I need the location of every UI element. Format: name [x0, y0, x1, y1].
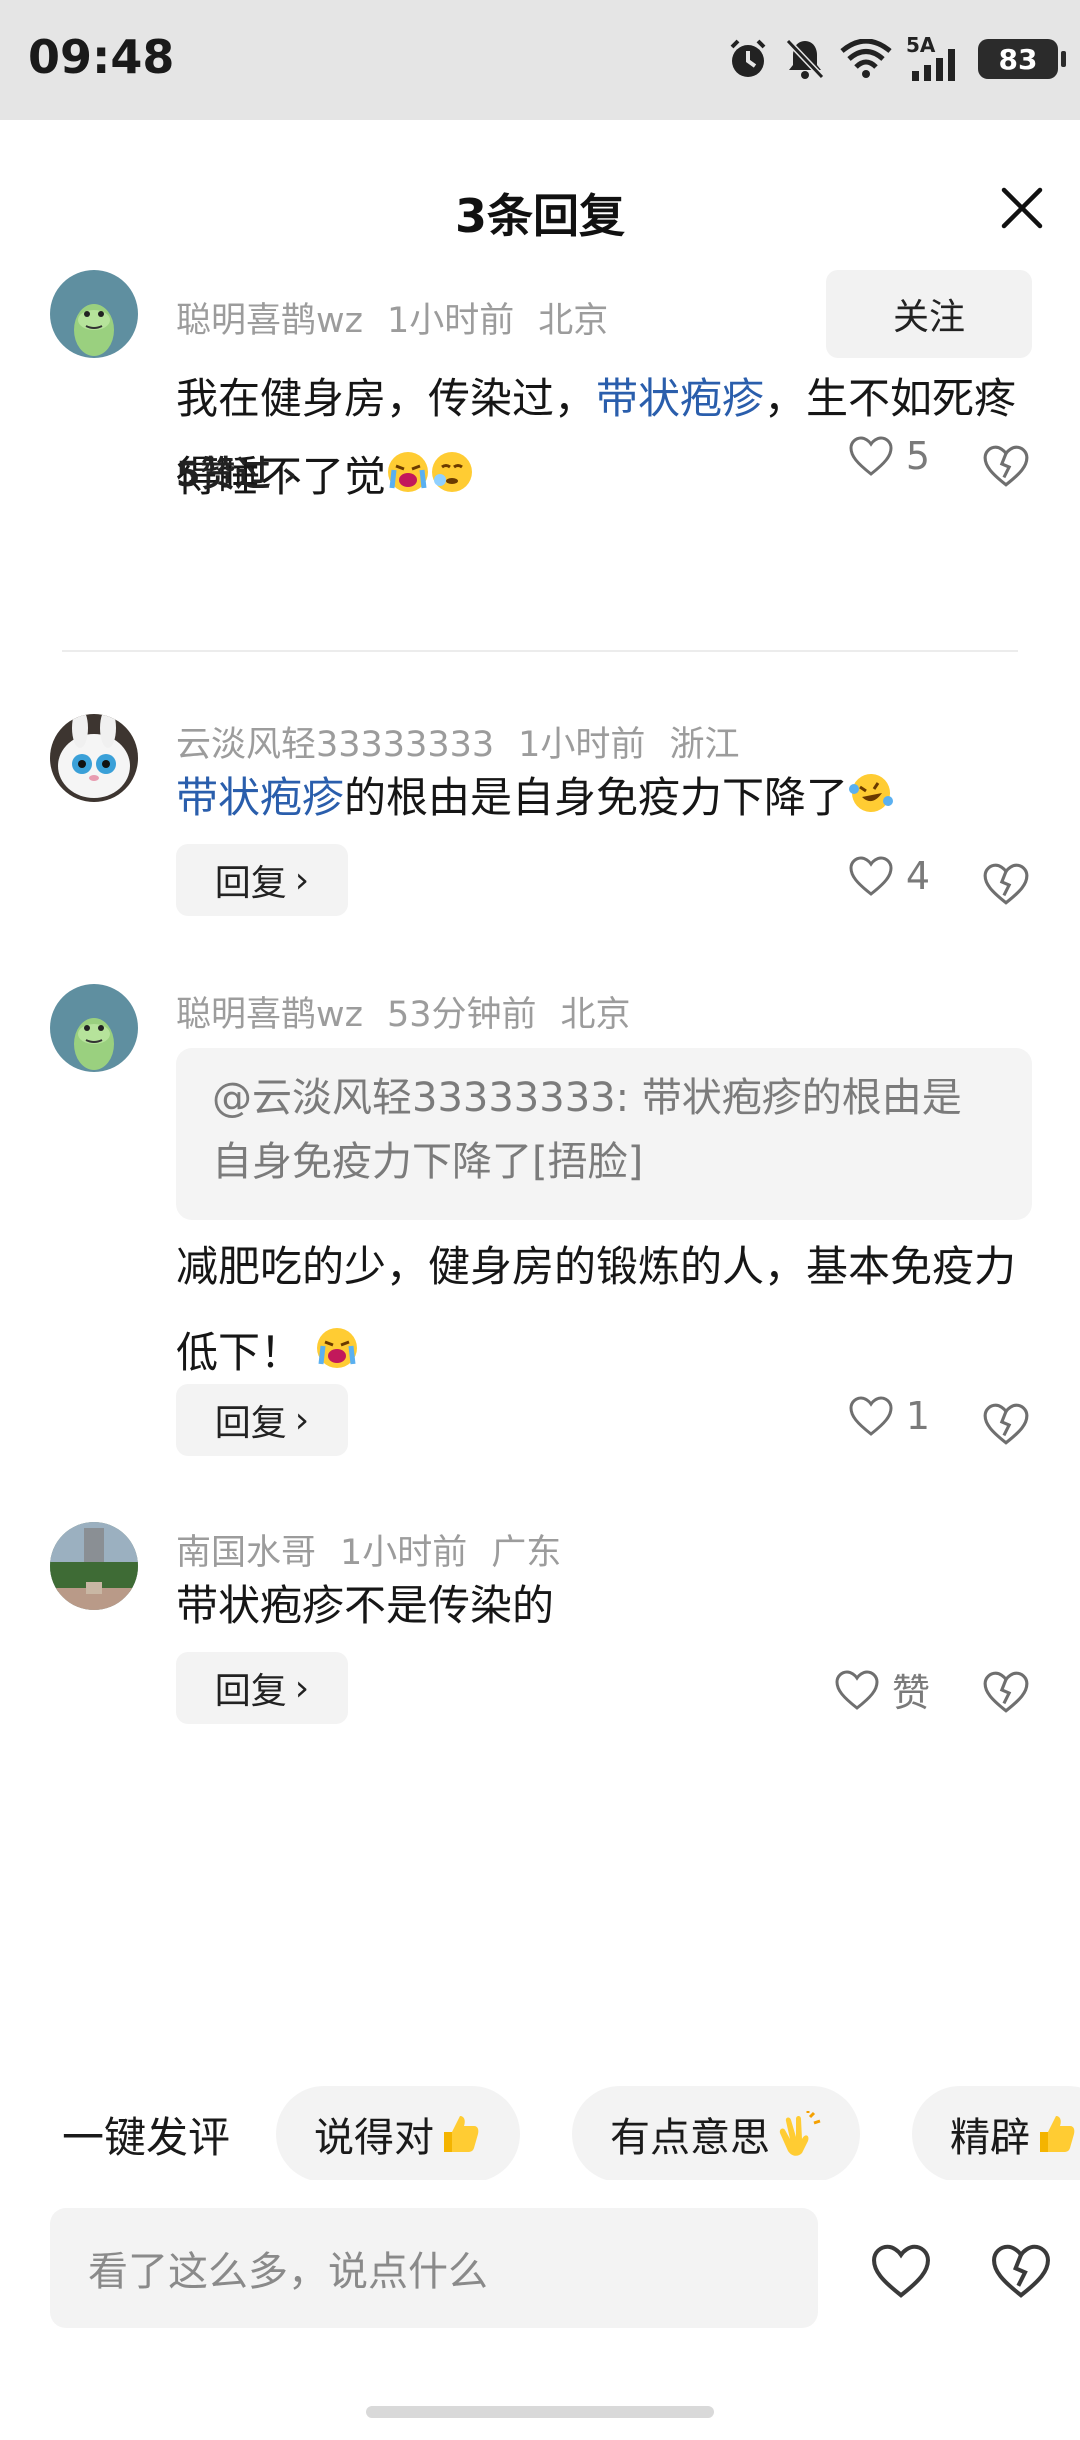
comment-text: 带状疱疹不是传染的 [176, 1581, 555, 1630]
divider [62, 650, 1018, 652]
comment-location: 北京 [538, 301, 609, 341]
battery-indicator: 83 [978, 39, 1066, 79]
chevron-right-icon: › [294, 1667, 310, 1709]
like-count: 4 [905, 854, 930, 898]
like-button[interactable]: 赞 [834, 1662, 930, 1717]
alarm-icon [730, 39, 766, 77]
comment-input-placeholder: 看了这么多，说点什么 [88, 2249, 488, 2295]
comment-time: 53分钟前 [387, 995, 537, 1035]
heart-icon [849, 856, 893, 896]
dislike-broken-heart-icon[interactable] [990, 2240, 1052, 2302]
chevron-right-icon: › [282, 455, 297, 495]
comment-time: 1小时前 [340, 1533, 468, 1573]
quoted-reply[interactable]: @云淡风轻33333333: 带状疱疹的根由是自身免疫力下降了[捂脸] [176, 1048, 1032, 1220]
chevron-right-icon: › [294, 859, 310, 901]
dislike-broken-heart-icon[interactable] [982, 1400, 1030, 1448]
cellular-signal-icon: 5A [906, 33, 964, 81]
comment-item: 南国水哥 1小时前 广东 带状疱疹不是传染的 回复 › 赞 [0, 1522, 1080, 1742]
heart-icon [849, 436, 893, 476]
like-button[interactable]: 4 [848, 854, 930, 898]
comment-meta: 云淡风轻33333333 1小时前 浙江 [176, 716, 763, 767]
like-count: 1 [905, 1394, 930, 1438]
text-segment: 我在健身房，传染过， [176, 374, 597, 423]
reply-label: 回复 [214, 863, 287, 904]
reply-button[interactable]: 回复 › [176, 1652, 348, 1724]
thumbs-up-icon [444, 2116, 479, 2152]
status-time: 09:48 [28, 30, 175, 84]
status-bar: 09:48 5A 83 [0, 0, 1080, 120]
username[interactable]: 云淡风轻33333333 [176, 725, 494, 765]
comment-input[interactable]: 看了这么多，说点什么 [50, 2208, 818, 2328]
comment-text: 带状疱疹的根由是自身免疫力下降了 [176, 766, 1026, 833]
like-count: 5 [905, 434, 930, 478]
chip-label: 有点意思 [610, 2115, 770, 2161]
comment-location: 广东 [491, 1533, 562, 1573]
chip-label: 说得对 [314, 2115, 434, 2161]
comment-item: 聪明喜鹊wz 53分钟前 北京 @云淡风轻33333333: 带状疱疹的根由是自身免… [0, 984, 1080, 1464]
like-heart-icon[interactable] [870, 2240, 932, 2302]
close-button[interactable] [992, 178, 1052, 238]
reply-button[interactable]: 回复 › [176, 1384, 348, 1456]
username[interactable]: 南国水哥 [176, 1533, 316, 1573]
sobbing-emoji-icon [430, 441, 474, 519]
quick-reactions-label: 一键发评 [62, 2113, 231, 2162]
chip-label: 精辟 [950, 2115, 1030, 2161]
username[interactable]: 聪明喜鹊wz [176, 995, 363, 1035]
laughing-tears-emoji-icon [848, 769, 894, 833]
quick-reaction-chip[interactable]: 有点意思 [572, 2086, 860, 2180]
avatar[interactable] [50, 984, 138, 1072]
topic-link[interactable]: 带状疱疹 [596, 374, 764, 423]
comment-time: 1小时前 [387, 301, 515, 341]
home-indicator[interactable] [366, 2406, 714, 2418]
comment-location: 北京 [560, 995, 631, 1035]
comment-location: 浙江 [669, 725, 740, 765]
close-icon [1001, 187, 1043, 229]
text-segment: 减肥吃的少，健身房的锻炼的人，基本免疫力低下！ [176, 1242, 1017, 1377]
liked-by-label: 5赞过 [176, 455, 271, 495]
username[interactable]: 聪明喜鹊wz [176, 301, 363, 341]
thumbs-up-icon [1040, 2116, 1075, 2152]
like-button[interactable]: 1 [848, 1394, 930, 1438]
avatar[interactable] [50, 1522, 138, 1610]
wifi-icon [840, 39, 892, 78]
liked-by-link[interactable]: 5赞过 › [176, 446, 297, 497]
sheet-title: 3条回复 [454, 189, 625, 243]
quick-reactions-bar: 一键发评 说得对 有点意思 精辟 [0, 2080, 1080, 2180]
crying-emoji-icon [386, 441, 430, 519]
status-icons: 5A 83 [726, 32, 1066, 86]
topic-link[interactable]: 带状疱疹 [176, 773, 344, 822]
dislike-broken-heart-icon[interactable] [982, 442, 1030, 490]
heart-icon [835, 1669, 879, 1710]
clapping-hands-icon [779, 2111, 821, 2156]
comment-text: 减肥吃的少，健身房的锻炼的人，基本免疫力低下！ [176, 1224, 1026, 1399]
chevron-right-icon: › [294, 1399, 310, 1441]
comment-meta: 聪明喜鹊wz 1小时前 北京 [176, 292, 632, 343]
follow-button[interactable]: 关注 [826, 270, 1032, 358]
text-segment: 的根由是自身免疫力下降了 [344, 773, 849, 822]
like-button[interactable]: 5 [848, 434, 930, 478]
dislike-broken-heart-icon[interactable] [982, 860, 1030, 908]
avatar[interactable] [50, 270, 138, 358]
avatar[interactable] [50, 714, 138, 802]
comment-time: 1小时前 [518, 725, 646, 765]
comment-meta: 南国水哥 1小时前 广东 [176, 1524, 585, 1575]
heart-icon [849, 1396, 893, 1436]
dislike-broken-heart-icon[interactable] [982, 1668, 1030, 1716]
reply-label: 回复 [214, 1671, 287, 1712]
mute-bell-icon [785, 38, 825, 80]
comment-item: 聪明喜鹊wz 1小时前 北京 关注 我在健身房，传染过，带状疱疹，生不如死疼得睡不了… [0, 270, 1080, 650]
quick-reaction-chip[interactable]: 精辟 [912, 2086, 1080, 2180]
battery-level: 83 [998, 42, 1038, 76]
like-count: 赞 [891, 1671, 930, 1715]
quick-reaction-chip[interactable]: 说得对 [276, 2086, 520, 2180]
comment-item: 云淡风轻33333333 1小时前 浙江 带状疱疹的根由是自身免疫力下降了 回复 › … [0, 714, 1080, 934]
comment-meta: 聪明喜鹊wz 53分钟前 北京 [176, 986, 655, 1037]
reply-button[interactable]: 回复 › [176, 844, 348, 916]
reply-label: 回复 [214, 1403, 287, 1444]
